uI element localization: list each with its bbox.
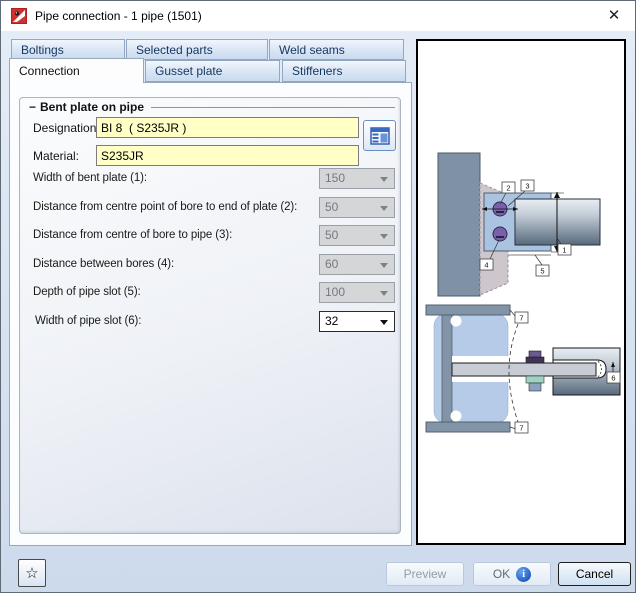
designation-input[interactable] bbox=[96, 117, 359, 138]
combo-value: 50 bbox=[325, 226, 338, 245]
combo-value: 60 bbox=[325, 255, 338, 274]
pipe-connection-dialog: Pipe connection - 1 pipe (1501) ✕ Boltin… bbox=[0, 0, 636, 593]
svg-text:4: 4 bbox=[484, 261, 488, 270]
combo-value: 100 bbox=[325, 283, 345, 302]
catalogue-browse-button[interactable] bbox=[363, 120, 396, 151]
svg-text:1: 1 bbox=[562, 246, 566, 255]
dialog-client-area: Boltings Selected parts Weld seams Conne… bbox=[1, 31, 635, 592]
field-label-bore-to-end: Distance from centre point of bore to en… bbox=[33, 197, 297, 218]
svg-text:7: 7 bbox=[519, 314, 523, 323]
preview-button[interactable]: Preview bbox=[386, 562, 464, 586]
field-label-slot-width: Width of pipe slot (6): bbox=[35, 311, 141, 332]
tab-label: Connection bbox=[19, 64, 80, 78]
svg-text:7: 7 bbox=[519, 424, 523, 433]
combo-slot-width[interactable]: 32 bbox=[319, 311, 395, 332]
preview-top-view: 2 3 1 4 5 bbox=[438, 153, 600, 296]
material-label: Material: bbox=[33, 149, 79, 163]
svg-text:3: 3 bbox=[525, 182, 529, 191]
material-input[interactable] bbox=[96, 145, 359, 166]
group-title: Bent plate on pipe bbox=[40, 100, 144, 114]
tab-stiffeners[interactable]: Stiffeners bbox=[282, 60, 406, 82]
preview-bottom-view: 7 7 6 bbox=[426, 305, 620, 433]
combo-bore-to-pipe: 50 bbox=[319, 225, 395, 246]
window-title: Pipe connection - 1 pipe (1501) bbox=[35, 9, 202, 23]
star-icon: ☆ bbox=[25, 564, 38, 582]
combo-value: 50 bbox=[325, 198, 338, 217]
tab-boltings[interactable]: Boltings bbox=[11, 39, 125, 60]
preview-panel: 2 3 1 4 5 bbox=[416, 39, 626, 545]
preview-drawing: 2 3 1 4 5 bbox=[418, 41, 624, 543]
tab-gusset-plate[interactable]: Gusset plate bbox=[145, 60, 280, 82]
ok-button-label: OK bbox=[493, 567, 510, 581]
chevron-down-icon bbox=[380, 206, 388, 211]
tab-selected-parts[interactable]: Selected parts bbox=[126, 39, 268, 60]
field-label-between-bores: Distance between bores (4): bbox=[33, 254, 174, 275]
chevron-down-icon bbox=[380, 234, 388, 239]
close-icon[interactable]: ✕ bbox=[603, 5, 625, 27]
designation-label: Designation: bbox=[33, 121, 100, 135]
field-label-slot-depth: Depth of pipe slot (5): bbox=[33, 282, 141, 303]
combo-value: 150 bbox=[325, 169, 345, 188]
combo-width-bent-plate: 150 bbox=[319, 168, 395, 189]
chevron-down-icon bbox=[380, 320, 388, 325]
chevron-down-icon bbox=[380, 263, 388, 268]
cancel-button[interactable]: Cancel bbox=[558, 562, 631, 586]
group-header: − Bent plate on pipe bbox=[29, 99, 395, 115]
title-bar: Pipe connection - 1 pipe (1501) ✕ bbox=[1, 1, 635, 31]
cancel-button-label: Cancel bbox=[576, 567, 613, 581]
info-icon[interactable]: i bbox=[516, 567, 531, 582]
app-icon bbox=[11, 8, 27, 24]
svg-text:6: 6 bbox=[611, 374, 615, 383]
combo-bore-to-end: 50 bbox=[319, 197, 395, 218]
chevron-down-icon bbox=[380, 177, 388, 182]
tab-weld-seams[interactable]: Weld seams bbox=[269, 39, 404, 60]
tab-label: Gusset plate bbox=[155, 64, 222, 78]
tab-label: Boltings bbox=[21, 43, 64, 57]
field-label-width-bent-plate: Width of bent plate (1): bbox=[33, 168, 147, 189]
field-label-bore-to-pipe: Distance from centre of bore to pipe (3)… bbox=[33, 225, 232, 246]
tab-label: Selected parts bbox=[136, 43, 213, 57]
combo-slot-depth: 100 bbox=[319, 282, 395, 303]
chevron-down-icon bbox=[380, 291, 388, 296]
catalogue-icon bbox=[370, 127, 390, 145]
collapse-icon[interactable]: − bbox=[29, 100, 36, 114]
combo-value: 32 bbox=[325, 312, 338, 331]
preview-button-label: Preview bbox=[404, 567, 447, 581]
tab-label: Weld seams bbox=[279, 43, 345, 57]
tab-connection[interactable]: Connection bbox=[9, 58, 144, 83]
tab-label: Stiffeners bbox=[292, 64, 342, 78]
group-rule bbox=[151, 107, 395, 108]
svg-text:5: 5 bbox=[540, 267, 544, 276]
favourite-button[interactable]: ☆ bbox=[18, 559, 46, 587]
combo-between-bores: 60 bbox=[319, 254, 395, 275]
ok-button[interactable]: OK i bbox=[473, 562, 551, 586]
svg-text:2: 2 bbox=[506, 184, 510, 193]
